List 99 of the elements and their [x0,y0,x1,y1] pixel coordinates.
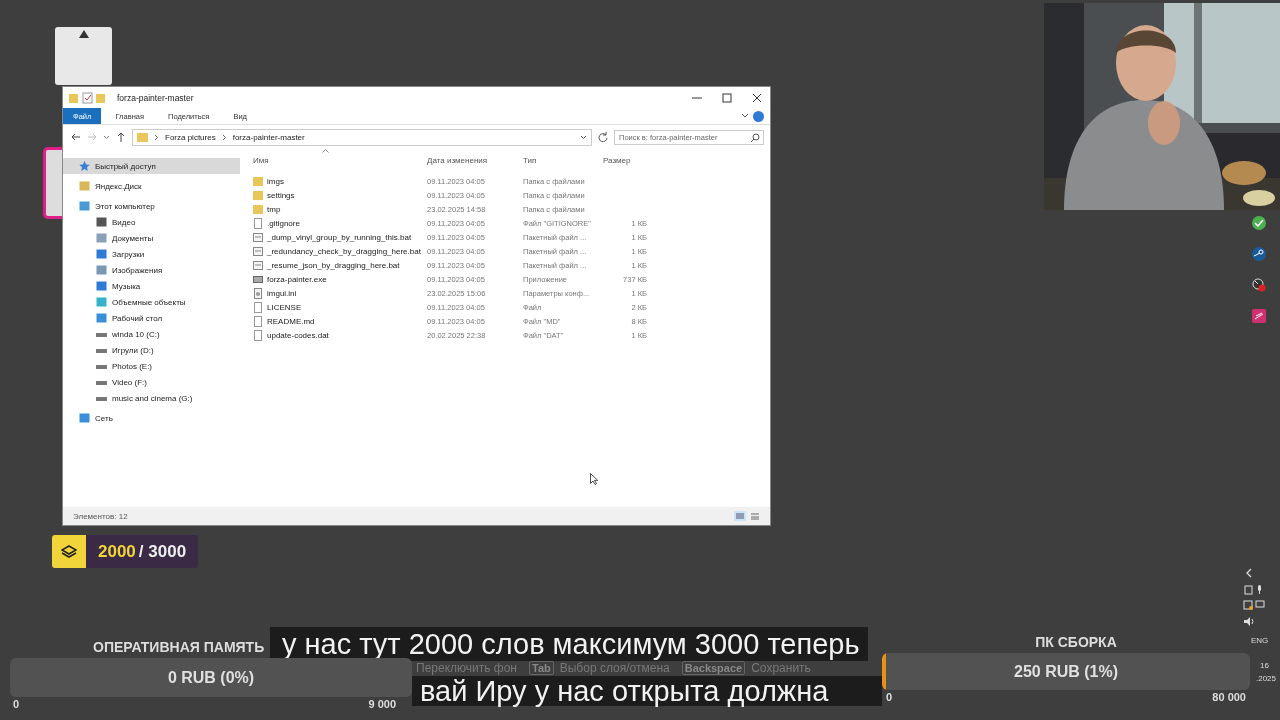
nav-item[interactable]: Игрули (D:) [63,342,240,358]
maximize-icon[interactable] [722,92,732,103]
file-name[interactable]: README.md [253,315,427,327]
nav-item[interactable]: Сеть [63,410,240,426]
goal-max: 80 000 [1212,691,1246,703]
dropdown-icon[interactable] [103,134,110,140]
file-icon [253,217,263,229]
file-icon [253,203,263,215]
nav-item-icon [96,217,107,227]
breadcrumb-item[interactable]: Forza pictures [165,132,216,142]
volume-icon[interactable] [1244,617,1254,626]
chevron-icon[interactable] [741,113,749,119]
nav-item[interactable]: winda 10 (C:) [63,326,240,342]
back-icon[interactable] [71,132,81,142]
goal-amount: 0 RUB (0%) [167,668,255,687]
network-icon[interactable] [1243,600,1265,610]
address-bar[interactable]: Forza pictures forza-painter-master [132,128,592,146]
nav-item-icon [79,413,90,423]
goal-min: 0 [13,698,20,710]
tiles-view-icon[interactable] [750,511,760,521]
nav-item[interactable]: music and cinema (G:) [63,390,240,406]
file-name[interactable]: imgui.ini [253,287,427,299]
nav-item-icon [96,313,107,323]
file-name[interactable]: _redundancy_check_by_dragging_here.bat [253,245,427,257]
file-icon [253,273,263,285]
file-name[interactable]: forza-painter.exe [253,273,427,285]
nav-item[interactable]: Быстрый доступ [63,158,240,174]
clock-date[interactable]: .2025 [1256,674,1277,683]
file-name[interactable]: .gitignore [253,217,427,229]
breadcrumb-item[interactable]: forza-painter-master [232,132,305,142]
dropdown-icon[interactable] [580,134,587,140]
search-icon [751,132,760,142]
file-icon [253,231,263,243]
file-name[interactable]: _resume_json_by_dragging_here.bat [253,259,427,271]
layers-icon [61,544,77,559]
goal-max: 9 000 [368,698,396,710]
nav-item[interactable]: Рабочий стол [63,310,240,326]
nav-item-icon [96,297,107,307]
language-indicator[interactable]: ENG [1251,636,1269,645]
column-header[interactable]: Размер [603,155,653,165]
file-icon [253,301,263,313]
file-icon [253,329,263,341]
app-icon[interactable] [1252,216,1266,230]
up-icon[interactable] [116,132,126,142]
nav-item[interactable]: Документы [63,230,240,246]
file-name[interactable]: tmp [253,203,427,215]
hint-text: Переключить фон [416,661,517,675]
key-hint: Backspace [681,661,746,675]
file-name[interactable]: imgs [253,175,427,187]
chevron-right-icon [154,133,159,141]
nav-item-icon [96,249,107,259]
microphone-icon[interactable] [1244,585,1264,595]
nav-item-icon [96,265,107,275]
file-icon [253,287,263,299]
cursor-icon [590,473,598,485]
file-name[interactable]: update-codes.dat [253,329,427,341]
sort-caret-icon [322,149,329,153]
nav-item-icon [79,161,90,171]
goal-title: ПК СБОРКА [1035,634,1117,652]
clock-date[interactable]: 16 [1260,661,1269,670]
goal-min: 0 [886,691,893,703]
nav-item-icon [96,281,107,291]
close-icon[interactable] [752,92,762,103]
nav-item[interactable]: Яндекс.Диск [63,178,240,194]
nav-item[interactable]: Изображения [63,262,240,278]
chevron-left-icon[interactable] [1245,568,1253,578]
hint-text: Сохранить [751,661,811,675]
goal-amount: 250 RUB (1%) [1014,662,1118,681]
refresh-icon[interactable] [598,132,608,142]
dial-icon[interactable] [1252,278,1266,292]
up-arrow-icon [78,30,89,38]
file-name[interactable]: settings [253,189,427,201]
chevron-right-icon [221,133,227,141]
column-header[interactable]: Тип [523,155,603,165]
hint-text: Выбор слоя/отмена [559,661,670,675]
nav-item[interactable]: Видео [63,214,240,230]
window-title: forza-painter-master [117,92,194,103]
goal-title: ОПЕРАТИВНАЯ ПАМЯТЬ [93,639,265,657]
nav-item[interactable]: Музыка [63,278,240,294]
nav-item-icon [79,181,90,191]
nav-item[interactable]: Этот компьютер [63,198,240,214]
file-icon [253,175,263,187]
file-name[interactable]: _dump_vinyl_group_by_running_this.bat [253,231,427,243]
nav-item[interactable]: Объемные объекты [63,294,240,310]
file-icon [253,245,263,257]
file-icon [253,259,263,271]
file-icon [253,189,263,201]
column-header[interactable]: Имя [253,155,427,165]
nav-item[interactable]: Photos (E:) [63,358,240,374]
file-name[interactable]: LICENSE [253,301,427,313]
word-count: 2000 / 3000 [97,540,188,563]
nav-item-icon [79,201,90,211]
file-icon [253,315,263,327]
nav-item[interactable]: Загрузки [63,246,240,262]
nav-item-icon [96,233,107,243]
column-header[interactable]: Дата изменения [427,155,523,165]
key-hint: Tab [529,661,554,675]
status-text: Элементов: 12 [73,511,128,521]
nav-item[interactable]: Video (F:) [63,374,240,390]
